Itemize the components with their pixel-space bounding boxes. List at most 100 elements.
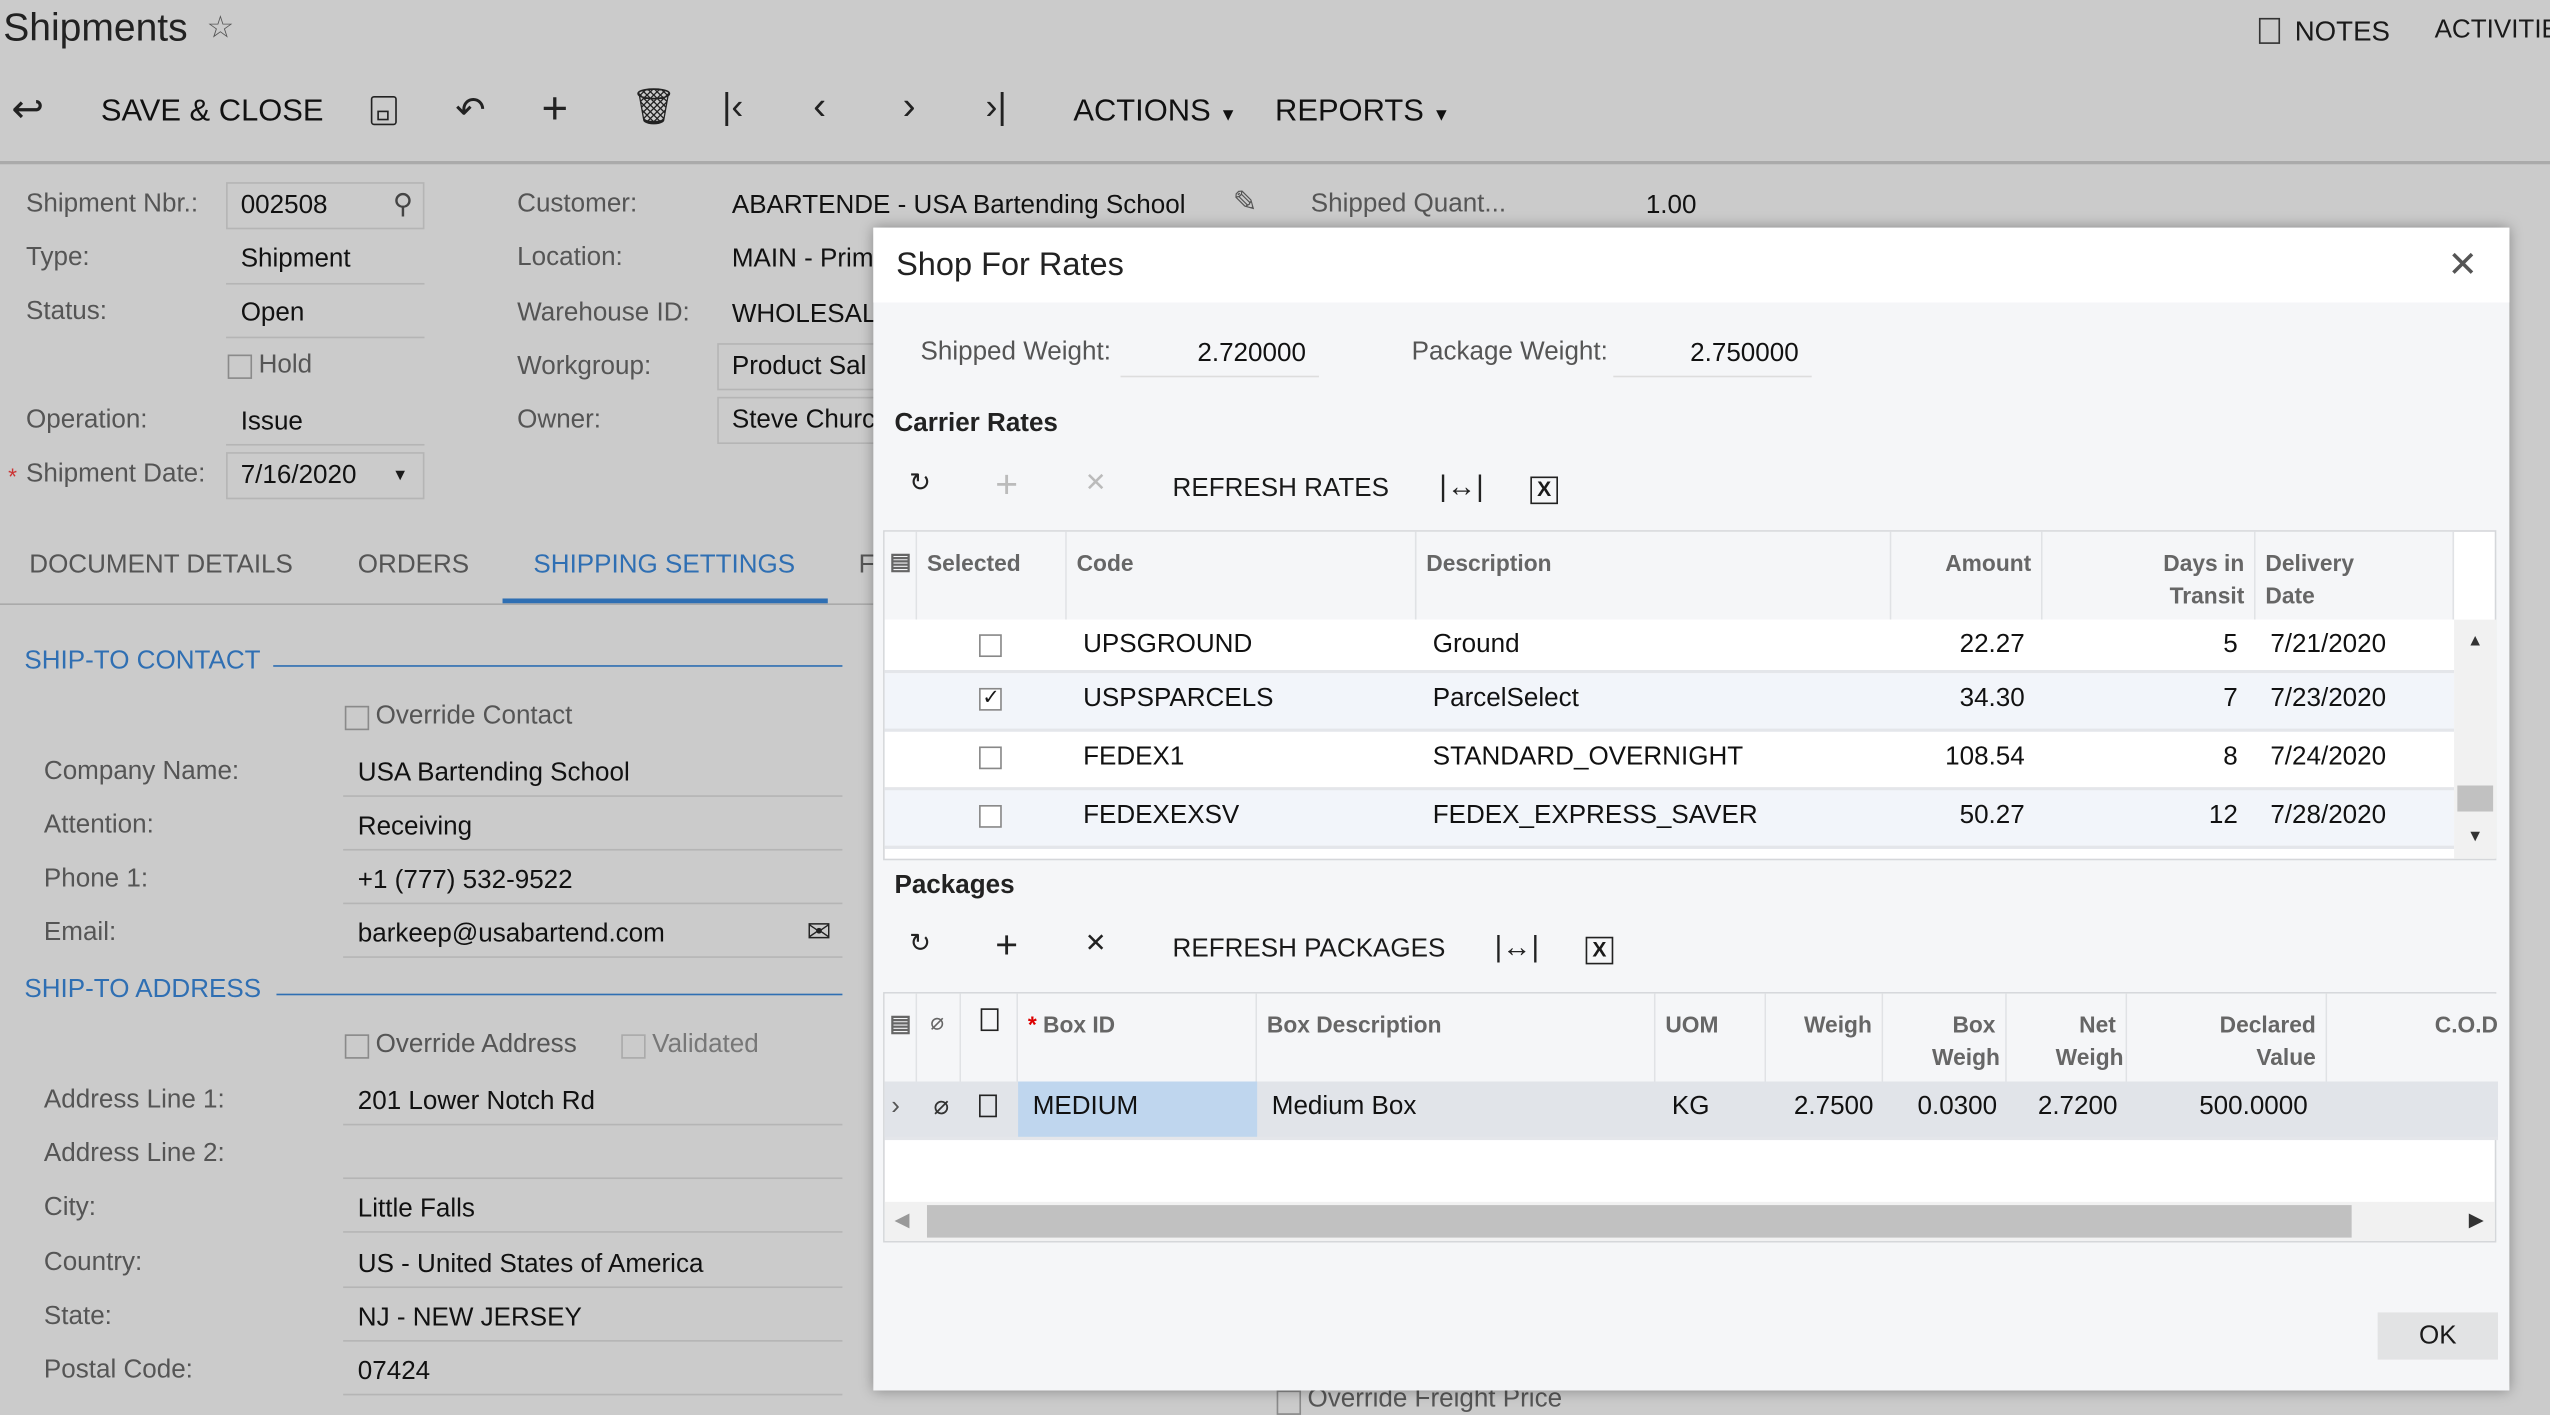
save-icon[interactable] xyxy=(370,95,397,126)
refresh-icon[interactable]: ↻ xyxy=(909,471,931,498)
status-value[interactable]: Open xyxy=(241,299,305,328)
table-row[interactable]: ✓ USPSPARCELS ParcelSelect 34.30 7 7/23/… xyxy=(884,673,2455,732)
checked-checkbox[interactable]: ✓ xyxy=(979,685,1002,711)
next-icon[interactable]: › xyxy=(903,87,916,127)
workgroup-input[interactable]: Product Sal xyxy=(717,343,897,391)
days-cell[interactable]: 7 xyxy=(2043,673,2248,728)
table-row[interactable]: FEDEXEXSV FEDEX_EXPRESS_SAVER 50.27 12 7… xyxy=(884,790,2455,849)
col-weight[interactable]: Weigh xyxy=(1766,993,1884,1082)
amount-cell[interactable]: 50.27 xyxy=(1891,790,2034,845)
delete-icon[interactable]: 🗑 xyxy=(631,89,676,125)
col-selected[interactable]: Selected xyxy=(917,531,1067,620)
col-delivery-date[interactable]: Delivery Date xyxy=(2255,531,2455,620)
caret-down-icon[interactable]: ▼ xyxy=(392,467,408,485)
hold-checkbox[interactable] xyxy=(227,354,253,379)
scrollbar-thumb[interactable] xyxy=(2457,785,2494,812)
fit-columns-icon[interactable]: |↔| xyxy=(1495,932,1539,961)
type-value[interactable]: Shipment xyxy=(241,246,351,275)
warehouse-value[interactable]: WHOLESAL xyxy=(732,301,877,330)
amount-cell[interactable]: 34.30 xyxy=(1891,673,2034,728)
override-freight-checkbox[interactable] xyxy=(1276,1390,1302,1415)
amount-cell[interactable]: 108.54 xyxy=(1891,732,2034,787)
attachment-icon[interactable]: ⌀ xyxy=(924,1081,965,1136)
activities-button[interactable]: ACTIVITIE xyxy=(2435,16,2550,45)
unchecked-checkbox[interactable] xyxy=(979,634,1002,658)
notes-button[interactable]: NOTES xyxy=(2258,16,2390,49)
description-cell[interactable]: FEDEX_EXPRESS_SAVER xyxy=(1423,790,1891,845)
tab-shipping-settings[interactable]: SHIPPING SETTINGS xyxy=(533,551,795,580)
net-weight-cell[interactable]: 2.7200 xyxy=(2007,1081,2127,1136)
uom-cell[interactable]: KG xyxy=(1662,1081,1766,1136)
refresh-icon[interactable]: ↻ xyxy=(909,931,931,958)
col-uom[interactable]: UOM xyxy=(1655,993,1767,1082)
expand-row-icon[interactable]: › xyxy=(885,1081,918,1136)
refresh-packages-button[interactable]: REFRESH PACKAGES xyxy=(1173,935,1446,964)
ok-button[interactable]: OK xyxy=(2377,1312,2498,1360)
owner-input[interactable]: Steve Churc xyxy=(717,396,897,444)
reports-menu[interactable]: REPORTS ▼ xyxy=(1275,94,1450,130)
save-close-button[interactable]: SAVE & CLOSE xyxy=(101,94,324,130)
table-row[interactable]: FEDEX1 STANDARD_OVERNIGHT 108.54 8 7/24/… xyxy=(884,731,2455,791)
shipment-nbr-input[interactable]: 002508 ⚲ xyxy=(226,182,425,230)
column-chooser-icon[interactable]: ▤ xyxy=(884,531,918,620)
days-cell[interactable]: 5 xyxy=(2043,620,2248,675)
scroll-up-icon[interactable]: ▲ xyxy=(2467,633,2483,651)
search-icon[interactable]: ⚲ xyxy=(393,189,413,222)
city-input[interactable]: Little Falls xyxy=(358,1195,475,1224)
postal-code-input[interactable]: 07424 xyxy=(358,1358,430,1387)
amount-cell[interactable]: 22.27 xyxy=(1891,620,2034,675)
col-description[interactable]: Description xyxy=(1416,531,1892,620)
note-icon[interactable] xyxy=(969,1081,1018,1136)
refresh-rates-button[interactable]: REFRESH RATES xyxy=(1173,475,1389,504)
state-input[interactable]: NJ - NEW JERSEY xyxy=(358,1304,582,1333)
scroll-down-icon[interactable]: ▼ xyxy=(2467,828,2483,846)
location-value[interactable]: MAIN - Prim xyxy=(732,246,874,275)
unchecked-checkbox[interactable] xyxy=(979,805,1002,828)
address-line1-input[interactable]: 201 Lower Notch Rd xyxy=(358,1088,595,1117)
days-cell[interactable]: 8 xyxy=(2043,732,2248,787)
col-days-in-transit[interactable]: Days in Transit xyxy=(2042,531,2256,620)
tab-more[interactable]: F xyxy=(859,551,875,580)
delivery-date-cell[interactable]: 7/28/2020 xyxy=(2261,790,2455,845)
edit-pencil-icon[interactable]: ✎ xyxy=(1233,187,1258,216)
col-cod[interactable]: C.O.D xyxy=(2327,993,2498,1082)
col-net-weight[interactable]: Net Weigh xyxy=(2006,993,2128,1082)
table-row[interactable]: UPSGROUND Ground 22.27 5 7/21/2020 xyxy=(884,619,2455,675)
delivery-date-cell[interactable]: 7/24/2020 xyxy=(2261,732,2455,787)
phone-input[interactable]: +1 (777) 532-9522 xyxy=(358,867,573,896)
weight-cell[interactable]: 2.7500 xyxy=(1766,1081,1883,1136)
operation-value[interactable]: Issue xyxy=(241,408,303,437)
box-description-cell[interactable]: Medium Box xyxy=(1262,1081,1656,1136)
country-input[interactable]: US - United States of America xyxy=(358,1251,704,1280)
delete-x-icon[interactable]: ✕ xyxy=(1085,931,1107,958)
company-name-input[interactable]: USA Bartending School xyxy=(358,759,630,788)
add-icon[interactable]: + xyxy=(995,926,1018,966)
fit-columns-icon[interactable]: |↔| xyxy=(1439,472,1483,501)
code-cell[interactable]: UPSGROUND xyxy=(1073,620,1416,675)
scroll-left-icon[interactable]: ◀ xyxy=(894,1208,909,1231)
scroll-right-icon[interactable]: ▶ xyxy=(2469,1208,2484,1231)
add-icon[interactable]: + xyxy=(542,85,569,132)
export-excel-icon[interactable]: X xyxy=(1530,476,1558,505)
previous-icon[interactable]: ‹ xyxy=(813,87,826,127)
last-record-icon[interactable]: ›| xyxy=(986,89,1007,125)
actions-menu[interactable]: ACTIONS ▼ xyxy=(1073,94,1237,130)
code-cell[interactable]: FEDEX1 xyxy=(1073,732,1416,787)
description-cell[interactable]: STANDARD_OVERNIGHT xyxy=(1423,732,1891,787)
col-declared-value[interactable]: Declared Value xyxy=(2127,993,2328,1082)
days-cell[interactable]: 12 xyxy=(2043,790,2248,845)
col-amount[interactable]: Amount xyxy=(1891,531,2043,620)
declared-value-cell[interactable]: 500.0000 xyxy=(2127,1081,2327,1136)
close-icon[interactable]: ✕ xyxy=(2448,244,2478,286)
star-icon[interactable]: ☆ xyxy=(207,13,235,44)
vertical-scrollbar[interactable]: ▲ ▼ xyxy=(2454,619,2497,859)
attention-input[interactable]: Receiving xyxy=(358,813,472,842)
shipment-date-input[interactable]: 7/16/2020 ▼ xyxy=(226,452,425,500)
col-code[interactable]: Code xyxy=(1066,531,1417,620)
delivery-date-cell[interactable]: 7/23/2020 xyxy=(2261,673,2455,728)
table-row[interactable]: › ⌀ MEDIUM Medium Box KG 2.7500 0.0300 2… xyxy=(884,1081,2498,1141)
tab-orders[interactable]: ORDERS xyxy=(358,551,469,580)
horizontal-scrollbar[interactable]: ◀ ▶ xyxy=(884,1201,2495,1241)
code-cell[interactable]: USPSPARCELS xyxy=(1073,673,1416,728)
code-cell[interactable]: FEDEXEXSV xyxy=(1073,790,1416,845)
